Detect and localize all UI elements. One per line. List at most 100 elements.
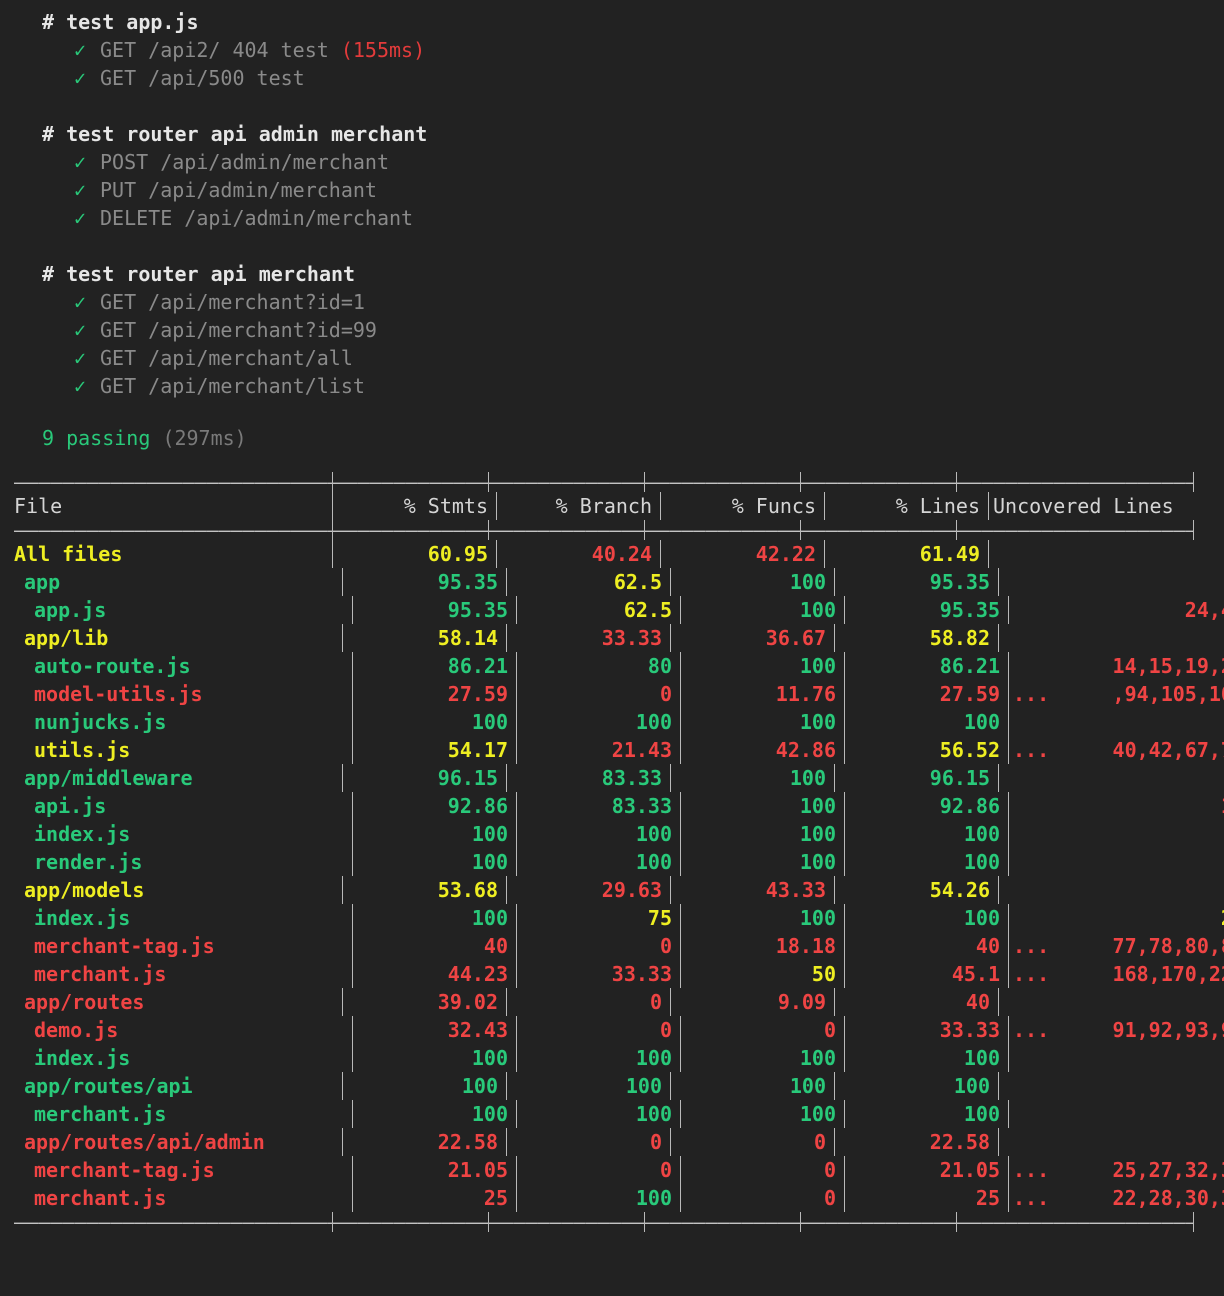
table-row: merchant-tag.js 21.05 0 0 21.05... 25,27,32,3… [0, 1156, 1224, 1184]
funcs-cell: 100 [799, 710, 836, 734]
uncovered-lines-cell [999, 876, 1224, 904]
lines-cell: 100 [963, 1102, 1000, 1126]
branch-cell: 100 [635, 1046, 672, 1070]
column-separator [1193, 520, 1194, 540]
file-name-cell: demo.js [34, 1018, 119, 1042]
stmts-cell: 25 [483, 1186, 508, 1210]
coverage-table: —————————————————————————— ——————————————… [0, 472, 1224, 1232]
uncovered-lines-cell [999, 624, 1224, 652]
total-duration: (297ms) [162, 426, 247, 450]
file-name-cell: app/routes/api/admin [24, 1130, 265, 1154]
test-case-label: GET /api/merchant?id=1 [100, 290, 365, 314]
uncovered-lines-cell [1009, 820, 1224, 848]
test-case-label: GET /api/500 test [100, 66, 305, 90]
table-row: utils.js 54.17 21.43 42.86 56.52... 40,42,67,… [0, 736, 1224, 764]
truncation-ellipsis: ... [1013, 1158, 1050, 1182]
test-case-label: PUT /api/admin/merchant [100, 178, 377, 202]
passing-label: passing [66, 426, 151, 450]
branch-cell: 100 [635, 850, 672, 874]
file-name-cell: merchant-tag.js [34, 1158, 215, 1182]
file-name-cell: app/routes [24, 990, 145, 1014]
branch-cell: 29.63 [601, 878, 662, 902]
uncovered-lines-value: 40,42,67,76 [1112, 738, 1224, 762]
rule-segment: —————————————————————————————— [14, 472, 332, 492]
test-case-row: ✓ POST /api/admin/merchant [0, 148, 1224, 176]
stmts-cell: 100 [471, 822, 508, 846]
lines-cell: 45.1 [951, 962, 1000, 986]
funcs-cell: 0 [823, 1018, 836, 1042]
test-case-label: GET /api2/ 404 test [100, 38, 329, 62]
column-header: % Funcs [731, 494, 816, 518]
table-row: auto-route.js 86.21 80 100 86.21 14,15,19,20 [0, 652, 1224, 680]
rule-segment: —————————————————————————————— [14, 520, 332, 540]
uncovered-lines-value: 168,170,222 [1112, 962, 1224, 986]
column-header: Uncovered Lines [993, 494, 1174, 518]
file-name-cell: model-utils.js [34, 682, 203, 706]
stmts-cell: 92.86 [447, 794, 508, 818]
test-case-label: DELETE /api/admin/merchant [100, 206, 414, 230]
rule-segment: —————————————— [333, 1212, 488, 1232]
stmts-cell: 86.21 [447, 654, 508, 678]
lines-cell: 100 [953, 1074, 990, 1098]
stmts-cell: 40 [483, 934, 508, 958]
rule-segment: —————————————— [333, 472, 488, 492]
test-case-row: ✓ GET /api/merchant?id=99 [0, 316, 1224, 344]
funcs-cell: 18.18 [775, 934, 836, 958]
stmts-cell: 100 [471, 710, 508, 734]
uncovered-lines-cell: ... 168,170,222 [1009, 960, 1224, 988]
stmts-cell: 96.15 [437, 766, 498, 790]
branch-cell: 0 [659, 1158, 672, 1182]
uncovered-lines-cell [999, 764, 1224, 792]
uncovered-lines-cell: ... 25,27,32,34 [1009, 1156, 1224, 1184]
rule-segment: —————————————— [645, 472, 800, 492]
funcs-cell: 100 [799, 1102, 836, 1126]
uncovered-lines-cell: 14,15,19,20 [1009, 652, 1224, 680]
lines-cell: 40 [965, 990, 990, 1014]
check-icon: ✓ [74, 206, 87, 230]
funcs-cell: 100 [799, 822, 836, 846]
stmts-cell: 100 [471, 1102, 508, 1126]
file-name-cell: api.js [34, 794, 107, 818]
stmts-cell: 100 [461, 1074, 498, 1098]
stmts-cell: 32.43 [447, 1018, 508, 1042]
rule-segment: —————————————————————— [957, 520, 1193, 540]
funcs-cell: 43.33 [765, 878, 826, 902]
test-case-label: GET /api/merchant?id=99 [100, 318, 377, 342]
table-rule-bottom: —————————————————————————— ——————————————… [0, 1212, 1224, 1232]
table-row: app/models 53.68 29.63 43.33 54.26 [0, 876, 1224, 904]
branch-cell: 33.33 [611, 962, 672, 986]
rule-segment: —————————————— [801, 1212, 956, 1232]
uncovered-lines-value: 91,92,93,98 [1112, 1018, 1224, 1042]
column-header: % Branch [555, 494, 652, 518]
file-name-cell: index.js [34, 822, 131, 846]
test-case-row: ✓ GET /api/500 test [0, 64, 1224, 92]
lines-cell: 25 [975, 1186, 1000, 1210]
truncation-ellipsis: ... [1013, 962, 1050, 986]
uncovered-lines-cell [989, 540, 1224, 568]
stmts-cell: 100 [471, 850, 508, 874]
terminal-window: # test app.js ✓ GET /api2/ 404 test (155ms… [0, 0, 1224, 1296]
stmts-cell: 27.59 [447, 682, 508, 706]
check-icon: ✓ [74, 66, 87, 90]
table-row: merchant-tag.js 40 0 18.18 40... 77,78,80,83 [0, 932, 1224, 960]
funcs-cell: 0 [813, 1130, 826, 1154]
funcs-cell: 42.22 [755, 542, 816, 566]
table-row: app 95.35 62.5 100 95.35 [0, 568, 1224, 596]
uncovered-lines-cell [1009, 1100, 1224, 1128]
table-row: api.js 92.86 83.33 100 92.86 11 [0, 792, 1224, 820]
table-row: demo.js 32.43 0 0 33.33... 91,92,93,98 [0, 1016, 1224, 1044]
file-name-cell: app/routes/api [24, 1074, 193, 1098]
table-row: app/middleware 96.15 83.33 100 96.15 [0, 764, 1224, 792]
uncovered-lines-cell: ... 22,28,30,32 [1009, 1184, 1224, 1212]
branch-cell: 21.43 [611, 738, 672, 762]
funcs-cell: 100 [799, 794, 836, 818]
uncovered-lines-cell: ... 40,42,67,76 [1009, 736, 1224, 764]
lines-cell: 95.35 [939, 598, 1000, 622]
table-row: app.js 95.35 62.5 100 95.35 24,43 [0, 596, 1224, 624]
table-row: model-utils.js 27.59 0 11.76 27.59... ,94,105… [0, 680, 1224, 708]
stmts-cell: 44.23 [447, 962, 508, 986]
test-summary: 9 passing (297ms) [0, 424, 1224, 452]
file-name-cell: app/middleware [24, 766, 193, 790]
uncovered-lines-value: 22,28,30,32 [1112, 1186, 1224, 1210]
branch-cell: 33.33 [601, 626, 662, 650]
